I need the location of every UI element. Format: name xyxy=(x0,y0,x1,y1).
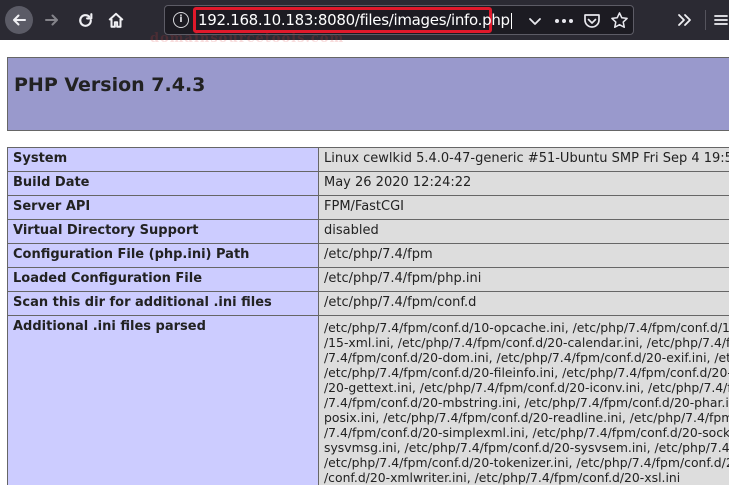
row-key: System xyxy=(7,147,319,172)
main-menu-button[interactable] xyxy=(707,6,729,34)
ini-file-line: /7.4/fpm/conf.d/20-simplexml.ini, /etc/p… xyxy=(324,425,729,440)
table-row: Virtual Directory Support disabled xyxy=(7,219,729,244)
row-value: /etc/php/7.4/fpm/conf.d xyxy=(318,291,729,316)
text-caret xyxy=(510,12,512,29)
ini-file-line: /etc/php/7.4/fpm/conf.d/20-fileinfo.ini,… xyxy=(324,365,729,380)
row-value: FPM/FastCGI xyxy=(318,195,729,220)
ini-file-line: /etc/php/7.4/fpm/conf.d/20-tokenizer.ini… xyxy=(324,455,729,470)
row-value: /etc/php/7.4/fpm xyxy=(318,243,729,268)
bookmark-star-icon[interactable] xyxy=(610,11,629,30)
row-key: Additional .ini files parsed xyxy=(7,315,319,485)
table-row: Configuration File (php.ini) Path/etc/ph… xyxy=(7,243,729,268)
row-key: Loaded Configuration File xyxy=(7,267,319,292)
table-row-additional-ini: Additional .ini files parsed/etc/php/7.4… xyxy=(7,315,729,485)
row-key: Build Date xyxy=(7,171,319,196)
double-chevron-right-icon xyxy=(678,14,691,26)
ini-file-line: /20-gettext.ini, /etc/php/7.4/fpm/conf.d… xyxy=(324,380,729,395)
page-title: PHP Version 7.4.3 xyxy=(14,74,206,96)
ini-file-line: /conf.d/20-xmlwriter.ini, /etc/php/7.4/f… xyxy=(324,470,681,485)
row-value: disabled xyxy=(318,219,729,244)
row-key: Scan this dir for additional .ini files xyxy=(7,291,319,316)
hamburger-menu-icon xyxy=(714,15,728,25)
table-row: Scan this dir for additional .ini files /… xyxy=(7,291,729,316)
site-info-icon[interactable]: i xyxy=(173,12,189,28)
row-key: Configuration File (php.ini) Path xyxy=(7,243,319,268)
watermark-text: domainsourcetools.com xyxy=(150,31,345,46)
row-key: Virtual Directory Support xyxy=(7,219,319,244)
row-value: Linux cewlkid 5.4.0-47-generic #51-Ubunt… xyxy=(318,147,729,172)
url-input[interactable]: 192.168.10.183:8080/files/images/info.ph… xyxy=(198,11,512,29)
home-icon xyxy=(108,12,124,28)
row-key: Server API xyxy=(7,195,319,220)
arrow-right-icon xyxy=(45,14,58,26)
overflow-menu-button[interactable] xyxy=(670,6,698,34)
ini-file-line: posix.ini, /etc/php/7.4/fpm/conf.d/20-re… xyxy=(324,410,729,425)
ini-file-line: /etc/php/7.4/fpm/conf.d/10-opcache.ini, … xyxy=(324,320,729,335)
ini-file-line: /7.4/fpm/conf.d/20-dom.ini, /etc/php/7.4… xyxy=(324,350,729,365)
row-value: May 26 2020 12:24:22 xyxy=(318,171,729,196)
row-value: /etc/php/7.4/fpm/php.ini xyxy=(318,267,729,292)
more-actions-icon[interactable] xyxy=(554,13,574,29)
pocket-icon[interactable] xyxy=(583,12,601,30)
arrow-left-icon xyxy=(13,14,26,26)
reload-icon xyxy=(78,12,92,27)
php-info-table: System Linux cewlkid 5.4.0-47-generic #51… xyxy=(7,147,729,485)
browser-toolbar: i 192.168.10.183:8080/files/images/info.… xyxy=(0,0,729,40)
table-row: Build Date May 26 2020 12:24:22 xyxy=(7,171,729,196)
reload-button[interactable] xyxy=(71,6,99,34)
table-row: Loaded Configuration File/etc/php/7.4/fp… xyxy=(7,267,729,292)
row-value-ini-list: /etc/php/7.4/fpm/conf.d/10-opcache.ini, … xyxy=(318,315,729,485)
url-text: 192.168.10.183:8080/files/images/info.ph… xyxy=(198,11,510,29)
ini-file-line: /7.4/fpm/conf.d/20-mbstring.ini, /etc/ph… xyxy=(324,395,729,410)
forward-button[interactable] xyxy=(38,6,66,34)
ini-file-line: /15-xml.ini, /etc/php/7.4/fpm/conf.d/20-… xyxy=(324,335,729,350)
php-version-header: PHP Version 7.4.3 xyxy=(7,57,729,131)
chevron-down-icon[interactable] xyxy=(527,13,543,29)
table-row: System Linux cewlkid 5.4.0-47-generic #51… xyxy=(7,147,729,172)
home-button[interactable] xyxy=(102,6,130,34)
ini-file-line: sysvmsg.ini, /etc/php/7.4/fpm/conf.d/20-… xyxy=(324,440,729,455)
back-button[interactable] xyxy=(5,6,33,34)
table-row: Server API FPM/FastCGI xyxy=(7,195,729,220)
toolbar-separator xyxy=(705,10,706,30)
